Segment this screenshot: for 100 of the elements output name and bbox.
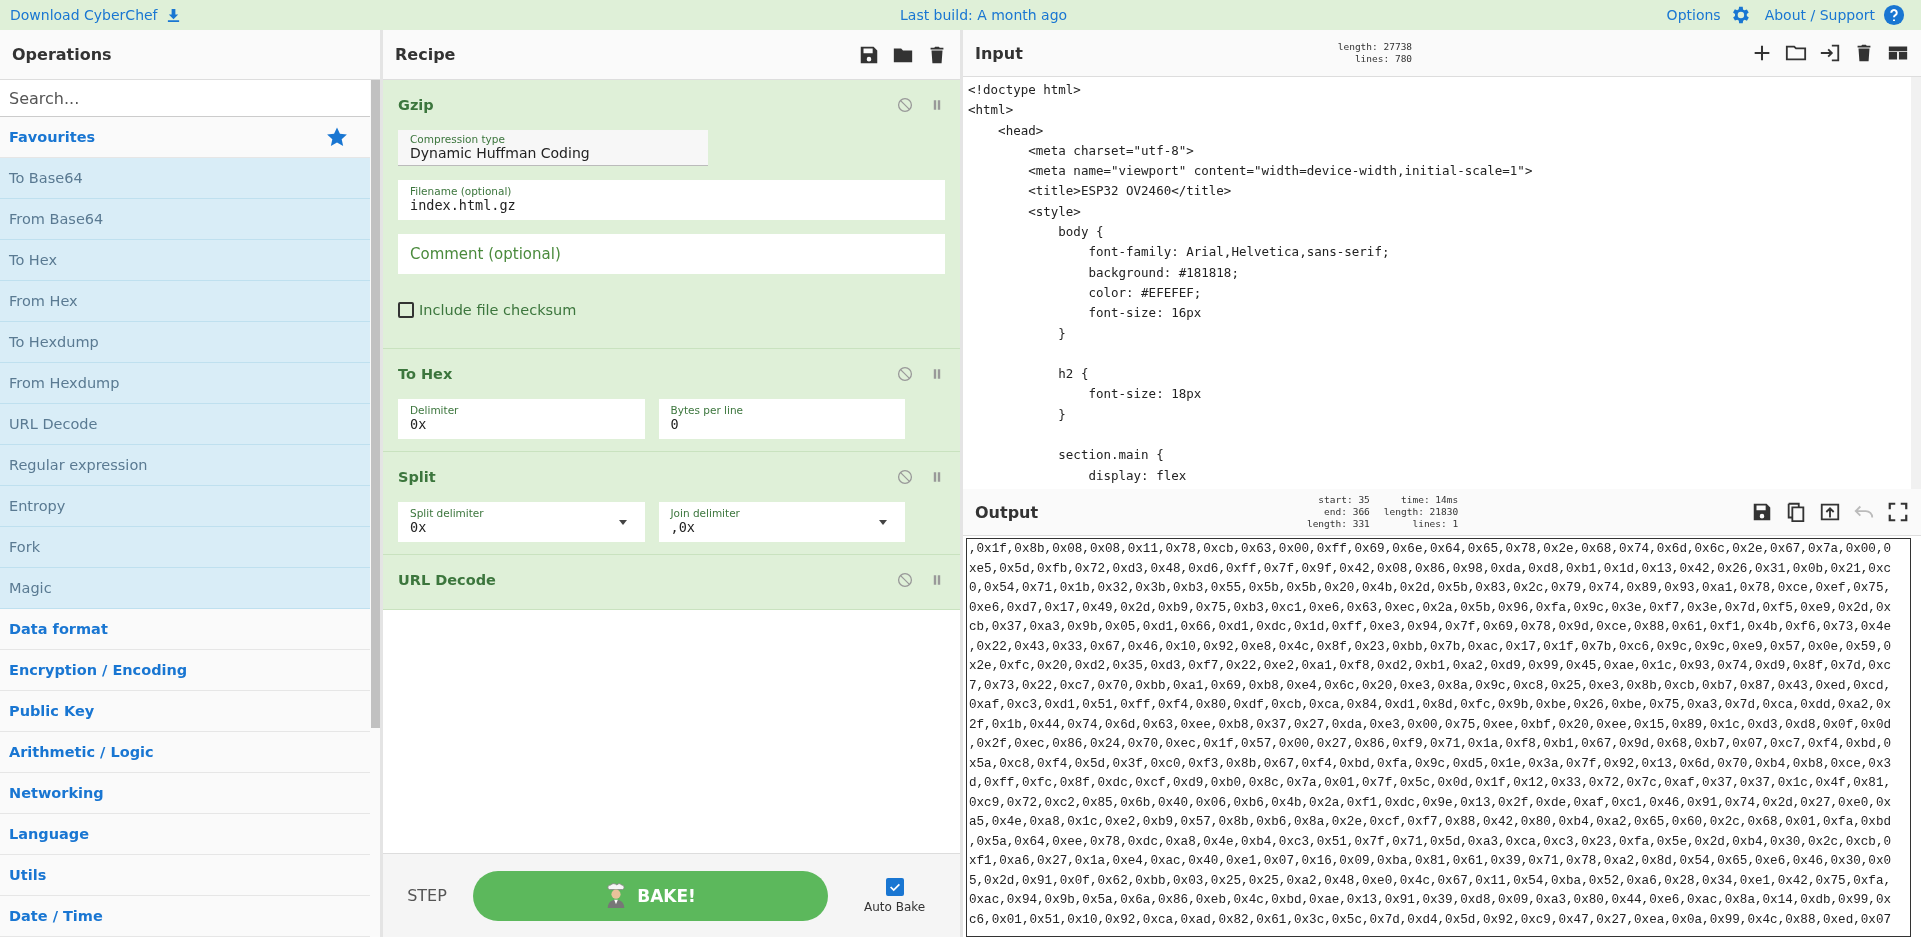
search-field[interactable]: Search...	[0, 80, 370, 117]
operation-item[interactable]: Entropy	[0, 486, 370, 527]
code-line: font-size: 16px	[1087, 304, 1203, 323]
input-field[interactable]: Filename (optional) index.html.gz	[398, 180, 945, 220]
output-line: 7,0x73,0x22,0xc7,0x70,0xbb,0xa1,0x69,0xb8,0xe4,0x6c,0x20,0xe3,0x8a,0x9c,0xc8,0x25,0xe3,0x8b,0xcb,0xb7,0x87,0x43,0xed,0xcd,	[969, 677, 1892, 695]
stat-text: start: 35	[1318, 494, 1370, 506]
output-line: cb,0x37,0xa3,0x9b,0x05,0xd1,0x66,0xd1,0xdc,0x1d,0xff,0xe3,0x94,0x7f,0x69,0x78,0x9d,0xce,0x88,0x61,0xf1,0x4b,0xf6,0x73,0x4e	[969, 619, 1892, 636]
disable-icon[interactable]	[897, 366, 913, 382]
output-line: 0xaf,0xc3,0xd1,0x51,0xff,0xf4,0x80,0xdf,0xcb,0xca,0x84,0xd1,0x8d,0xfc,0x9b,0xbe,0x26,0xbe,0x75,0xa3,0x7d,0xca,0xdd,0xa2,0x	[969, 697, 1892, 714]
code-line: <title>ESP32 OV2460</title>	[1027, 182, 1233, 201]
input-field[interactable]: Bytes per line 0	[658, 399, 905, 439]
operation-item[interactable]: URL Decode	[0, 404, 370, 445]
category-item[interactable]: Public Key	[0, 691, 370, 732]
operation-item[interactable]: To Base64	[0, 158, 370, 199]
code-line: }	[1057, 405, 1067, 424]
operation-title: Gzip	[398, 97, 434, 113]
panel-title: Input	[975, 43, 1023, 63]
checkbox[interactable]	[398, 302, 414, 318]
recipe-operation[interactable]: Gzip Compression type Dynamic Huffman Coding Filename (optional) index.html.gz Comment (optional) Include file checksum	[383, 80, 960, 349]
stat-text: lines: 1	[1412, 518, 1459, 530]
operation-title: To Hex	[398, 366, 453, 382]
panel-title: Operations	[12, 45, 112, 64]
download-icon[interactable]	[165, 7, 181, 23]
output-line: ,0x5a,0x64,0xee,0x78,0xdc,0xa8,0x4e,0xb4,0xc3,0x51,0x7f,0x71,0x5d,0xa3,0xca,0xc3,0x23,0xfa,0x5e,0x2d,0xb4,0x30,0x2c,0xcb,0	[969, 833, 1892, 851]
about-link[interactable]: About / Support	[1764, 7, 1875, 23]
chef-icon	[605, 882, 628, 909]
stat-text: end: 366	[1324, 506, 1370, 518]
options-link[interactable]: Options	[1666, 7, 1721, 23]
download-link[interactable]: Download CyberChef	[10, 7, 158, 23]
help-icon[interactable]	[1883, 4, 1905, 26]
output-line: c6,0x01,0x51,0x10,0x92,0xca,0xad,0x82,0x61,0x3c,0x5c,0x7d,0xd4,0x5d,0x92,0xc9,0x47,0x27,0xea,0x0a,0x99,0x4c,0x88,0xed,0x07	[969, 911, 1892, 929]
operation-item[interactable]: Fork	[0, 527, 370, 568]
build-info: Last build: A month ago	[899, 7, 1069, 23]
copy-icon[interactable]	[1785, 501, 1807, 523]
upload-icon[interactable]	[1819, 501, 1841, 523]
dropdown-field[interactable]: Split delimiter 0x	[398, 502, 645, 542]
output-line: 0xc9,0x72,0xc2,0x85,0x6b,0x40,0x06,0xb6,0x4b,0x2a,0xf1,0xdc,0x9e,0x13,0x2f,0xde,0xaf,0xc1,0x46,0x91,0x74,0x2d,0x27,0xe0,0x	[969, 794, 1892, 812]
operation-item[interactable]: From Hexdump	[0, 363, 370, 404]
input-field[interactable]: Comment (optional)	[398, 234, 945, 274]
code-line: <head>	[997, 121, 1045, 140]
code-line: h2 {	[1057, 365, 1090, 384]
panel-title: Output	[975, 502, 1039, 522]
category-item[interactable]: Date / Time	[0, 896, 370, 937]
stat-text: lines: 780	[1354, 53, 1413, 65]
checkbox[interactable]	[885, 877, 904, 896]
checkbox-label: Auto Bake	[864, 899, 926, 914]
code-line: section.main {	[1057, 446, 1165, 465]
code-line: font-size: 18px	[1087, 385, 1203, 404]
bake-button[interactable]: BAKE!	[473, 870, 828, 921]
step-button[interactable]: STEP	[395, 885, 459, 906]
output-line: x5a,0xc8,0xf4,0x5d,0x3f,0xc0,0xf3,0x8b,0x67,0xf4,0xbd,0xfa,0x9c,0xd5,0x1e,0x3a,0x7f,0x92,0x13,0x6d,0x70,0xb4,0xb8,0xce,0x3	[969, 755, 1892, 773]
operation-title: URL Decode	[398, 572, 496, 588]
operation-title: Split	[398, 469, 436, 485]
output-line: x2e,0xfc,0x20,0xd2,0x35,0xd3,0xf7,0x22,0xe2,0xa1,0xf8,0xd2,0xb1,0xa2,0xd9,0x99,0x45,0xae,0x1c,0x93,0x74,0xd9,0x8f,0x7d,0xc	[969, 658, 1892, 675]
star-icon	[326, 126, 348, 148]
disable-icon[interactable]	[897, 469, 913, 485]
output-line: xe5,0x5d,0xfb,0x72,0xd3,0x48,0xd6,0xff,0x7f,0x9f,0x42,0x08,0x86,0x98,0xda,0xd8,0xb1,0x1d,0x13,0x42,0x26,0x31,0x0b,0x21,0xc	[969, 560, 1892, 578]
operation-item[interactable]: From Base64	[0, 199, 370, 240]
dropdown-field[interactable]: Join delimiter ,0x	[658, 502, 905, 542]
category-item[interactable]: Language	[0, 814, 370, 855]
code-line: display: flex	[1087, 466, 1188, 485]
output-line: xf1,0xa6,0x27,0x1a,0xe4,0xac,0x40,0xe1,0x07,0x16,0x09,0xba,0x81,0x61,0x39,0x71,0x78,0xa2,0x8d,0x54,0x65,0xe6,0x46,0x30,0x0	[969, 853, 1892, 870]
category-item[interactable]: Data format	[0, 609, 370, 650]
output-line: 0xe6,0xd7,0x17,0x49,0x2d,0xb9,0x75,0xb3,0xc1,0xe6,0x63,0xec,0x2a,0x5b,0x96,0xfa,0x9c,0x3e,0xf7,0x3e,0x7d,0xf5,0xe9,0x2d,0x	[969, 599, 1892, 617]
operation-item[interactable]: Magic	[0, 568, 370, 609]
checkbox-label: Include file checksum	[419, 302, 577, 318]
save-icon[interactable]	[1751, 501, 1773, 523]
category-label: Favourites	[9, 129, 96, 145]
operation-item[interactable]: From Hex	[0, 281, 370, 322]
disable-icon[interactable]	[897, 572, 913, 588]
stat-text: length: 331	[1306, 518, 1370, 530]
category-item[interactable]: Encryption / Encoding	[0, 650, 370, 691]
operation-item[interactable]: Regular expression	[0, 445, 370, 486]
scrollbar[interactable]	[371, 80, 380, 728]
panel-title: Recipe	[395, 45, 456, 64]
stat-text: length: 21830	[1383, 506, 1459, 518]
output-line: 5,0x2d,0x91,0x0f,0x62,0xbb,0x03,0x25,0x25,0xa2,0x48,0xe0,0x4c,0x67,0x11,0x54,0xba,0x52,0xa6,0x28,0x34,0xe1,0x42,0x75,0xfa,	[969, 872, 1892, 890]
recipe-operation[interactable]: Split Split delimiter 0x Join delimiter ,0x	[383, 452, 960, 555]
stat-text: length: 27738	[1337, 41, 1413, 53]
output-line: ,0x2f,0xec,0x86,0x24,0x70,0xec,0x1f,0x57,0x00,0x27,0x86,0xf9,0x71,0x1a,0xf8,0xb1,0x67,0x9d,0x68,0xb7,0x07,0xc7,0xf4,0xbd,0	[969, 736, 1892, 753]
output-text-area[interactable]	[966, 538, 1911, 937]
code-line: background: #181818;	[1087, 263, 1240, 282]
output-line: 2f,0x1b,0x44,0x74,0x6d,0x63,0xee,0xb8,0x37,0x27,0xda,0xe3,0x00,0x75,0xee,0xbf,0x20,0xee,0x15,0x89,0x1c,0xd3,0xd8,0x0f,0x0d	[969, 716, 1892, 734]
compression-select[interactable]: Compression type Dynamic Huffman Coding	[398, 130, 708, 166]
category-item[interactable]: Networking	[0, 773, 370, 814]
recipe-operation[interactable]: URL Decode	[383, 555, 960, 610]
category-item[interactable]: Arithmetic / Logic	[0, 732, 370, 773]
maximise-icon[interactable]	[1887, 501, 1909, 523]
output-line: ,0x1f,0x8b,0x08,0x08,0x11,0x78,0xcb,0x63,0x00,0xff,0x69,0x6e,0x64,0x65,0x78,0x2e,0x68,0x74,0x6d,0x6c,0x2e,0x67,0x7a,0x00,0	[969, 541, 1892, 558]
code-line: <html>	[968, 101, 1015, 120]
input-field[interactable]: Delimiter 0x	[398, 399, 645, 439]
recipe-operation[interactable]: To Hex Delimiter 0x Bytes per line 0	[383, 349, 960, 452]
stat-text: time: 14ms	[1401, 494, 1459, 506]
operation-item[interactable]: To Hexdump	[0, 322, 370, 363]
output-line: ,0x22,0x43,0x33,0x67,0x46,0x10,0x92,0xe8,0x4c,0x8f,0x23,0xbb,0x7b,0xac,0x17,0x1f,0x7b,0xc6,0x9c,0x9c,0xe9,0x57,0x0e,0x59,0	[969, 638, 1892, 656]
disable-icon[interactable]	[897, 97, 913, 113]
output-line: 0,0x54,0x71,0x1b,0x32,0x3b,0xb3,0x55,0x5b,0x5b,0x20,0x4b,0x2d,0x5b,0x83,0x2c,0x79,0x74,0x89,0x93,0xa1,0x78,0xce,0xef,0x75,	[969, 580, 1892, 597]
import-icon[interactable]	[1819, 42, 1841, 64]
operation-item[interactable]: To Hex	[0, 240, 370, 281]
category-item[interactable]: Utils	[0, 855, 370, 896]
